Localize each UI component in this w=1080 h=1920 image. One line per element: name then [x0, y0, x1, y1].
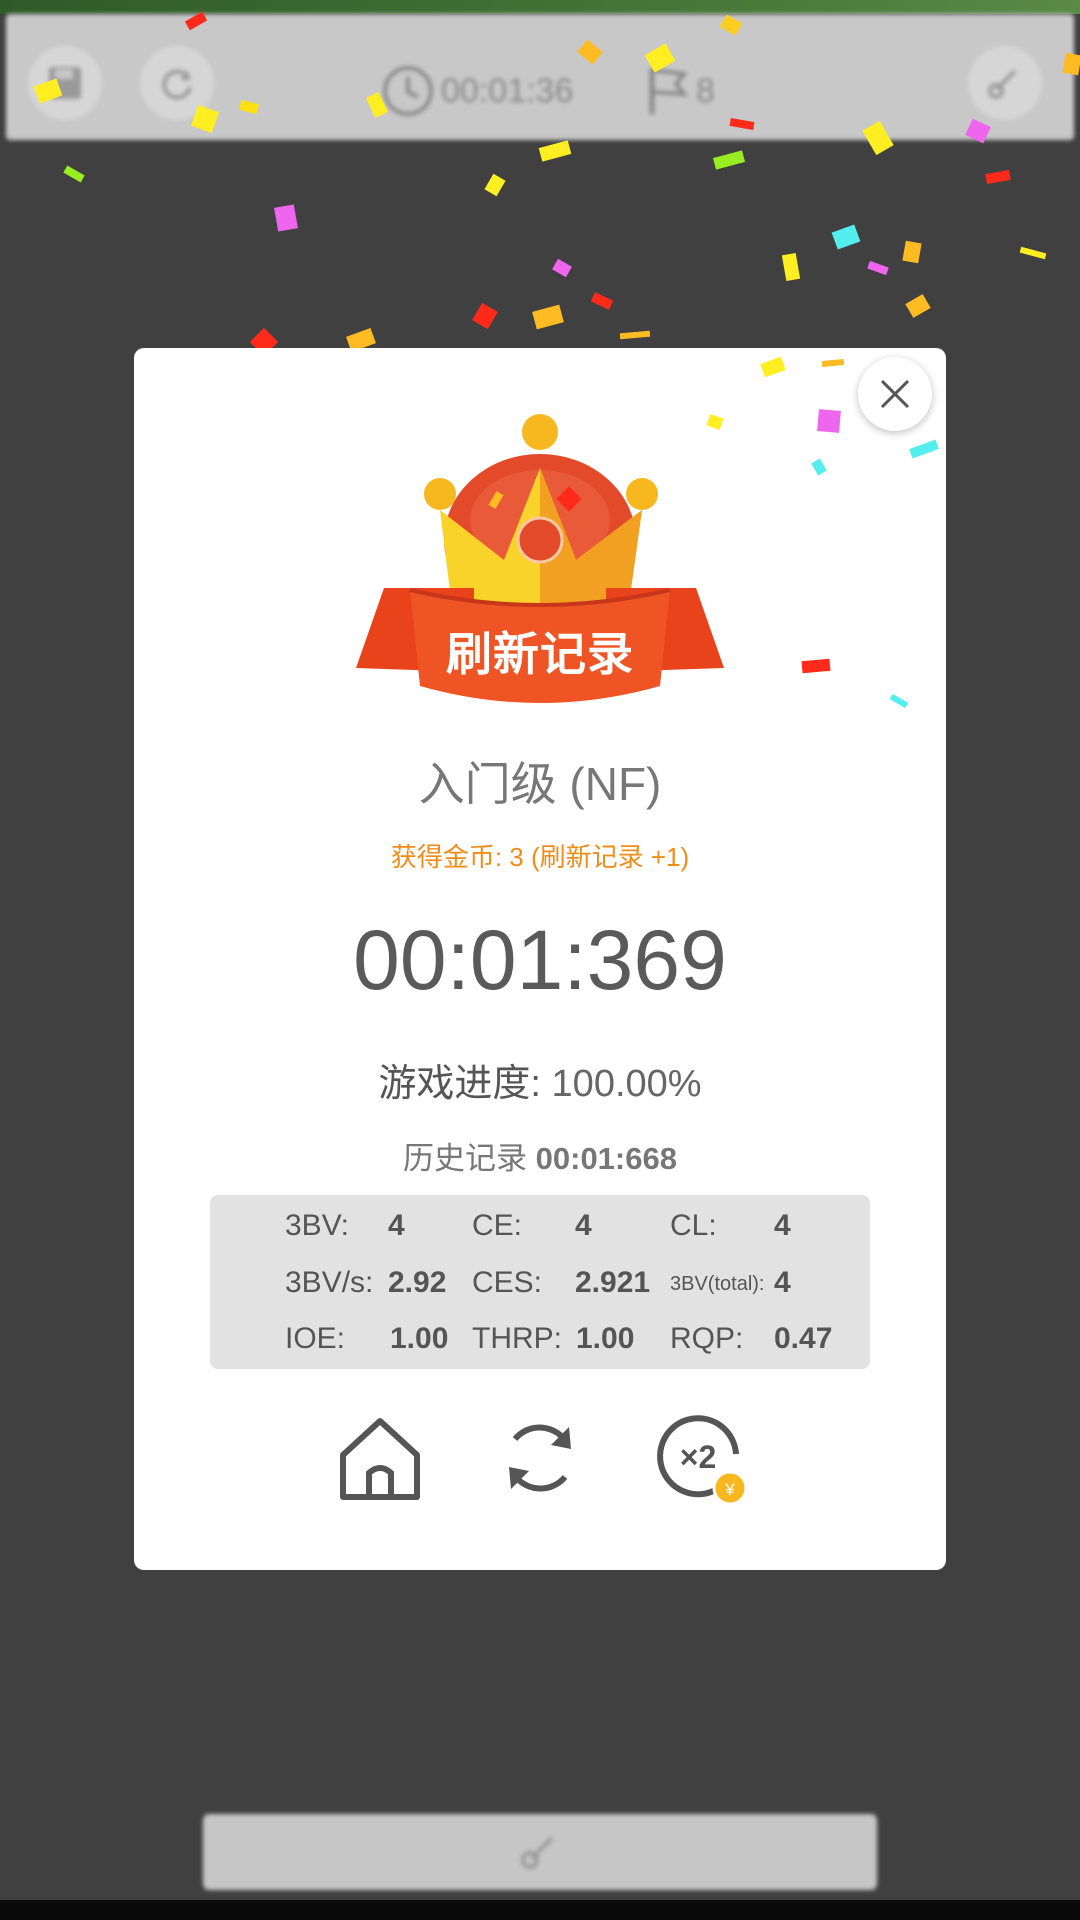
bottom-dig-button[interactable] [203, 1814, 877, 1890]
confetti-piece [538, 140, 572, 162]
confetti-piece [867, 260, 889, 276]
stat-label: 3BV/s: [285, 1266, 374, 1299]
home-icon [340, 1418, 420, 1500]
confetti-piece [532, 304, 564, 330]
stat-label: 3BV(total): [670, 1273, 765, 1295]
save-button[interactable] [28, 46, 102, 120]
stat-label: RQP: [670, 1322, 744, 1355]
stat-value: 2.92 [388, 1266, 447, 1299]
svg-text:¥: ¥ [724, 1480, 735, 1499]
stat-value: 0.47 [774, 1322, 833, 1355]
restart-button[interactable] [492, 1410, 588, 1506]
confetti-piece [811, 458, 827, 476]
difficulty-level: 入门级 (NF) [418, 758, 662, 810]
close-button[interactable] [858, 357, 932, 431]
confetti-piece [817, 409, 841, 433]
history-label: 历史记录 [403, 1141, 528, 1176]
stat-value: 4 [774, 1209, 791, 1242]
confetti-piece [821, 359, 845, 367]
confetti-piece [831, 224, 861, 250]
stat-label: THRP: [472, 1322, 562, 1355]
double-coins-icon: ×2 ¥ [657, 1415, 748, 1506]
confetti-piece [712, 150, 746, 170]
stat-label: 3BV: [285, 1209, 349, 1242]
mode-toggle-button[interactable] [968, 46, 1042, 120]
top-status-strip [0, 0, 1080, 14]
flag-count: 8 [696, 71, 715, 110]
confetti-piece [985, 169, 1011, 185]
confetti-piece [760, 356, 786, 378]
coins-earned: 获得金币: 3 (刷新记录 +1) [390, 842, 690, 872]
confetti-piece [905, 294, 931, 318]
flag-icon [649, 67, 689, 114]
stat-label: CL: [670, 1209, 717, 1242]
flag-counter: 8 [646, 64, 715, 118]
confetti-piece [902, 240, 922, 264]
stat-value: 4 [774, 1266, 791, 1299]
final-time: 00:01:369 [353, 913, 727, 1007]
restart-icon [509, 1424, 571, 1492]
confetti-piece [1019, 246, 1047, 260]
confetti-piece [1062, 52, 1080, 76]
new-record-banner: 刷新记录 [446, 628, 634, 680]
shovel-icon [988, 69, 1017, 99]
double-coins-button[interactable]: ×2 ¥ [652, 1410, 748, 1506]
confetti-piece [889, 693, 909, 709]
timer-text: 00:01:36 [441, 71, 574, 110]
confetti-piece [274, 204, 298, 232]
stat-value: 4 [388, 1209, 405, 1242]
confetti-piece [552, 258, 572, 278]
timer-readout: 00:01:36 [381, 64, 573, 118]
svg-text:×2: ×2 [680, 1439, 716, 1475]
confetti-piece [801, 658, 831, 674]
confetti-piece [590, 292, 614, 310]
stat-label: IOE: [285, 1322, 346, 1355]
close-icon [880, 379, 910, 409]
game-toolbar: 00:01:36 8 [6, 14, 1074, 140]
confetti-piece [619, 330, 651, 340]
stat-value: 1.00 [390, 1322, 449, 1355]
history-value: 00:01:668 [535, 1141, 677, 1176]
progress-value: 100.00% [551, 1063, 702, 1105]
history-record: 历史记录 00:01:668 [134, 1133, 946, 1178]
stat-value: 4 [575, 1209, 592, 1242]
stats-panel: 3BV: 4 CE: 4 CL: 4 3BV/s: 2.92 CES: 2.92… [210, 1195, 870, 1369]
stat-value: 2.921 [575, 1266, 651, 1299]
home-button[interactable] [332, 1410, 428, 1506]
confetti-piece [484, 173, 506, 197]
clock-icon [383, 66, 433, 116]
stat-label: CE: [472, 1209, 523, 1242]
confetti-piece [472, 302, 498, 330]
confetti-piece [909, 439, 939, 459]
stat-label: CES: [472, 1266, 543, 1299]
progress-label: 游戏进度: [378, 1063, 541, 1105]
restart-icon-top [162, 69, 192, 100]
game-progress: 游戏进度: 100.00% [134, 1052, 946, 1107]
confetti-piece [781, 252, 801, 282]
system-nav-strip [0, 1900, 1080, 1920]
stat-value: 1.00 [576, 1322, 635, 1355]
shovel-icon [521, 1836, 554, 1869]
confetti-piece [63, 165, 85, 183]
